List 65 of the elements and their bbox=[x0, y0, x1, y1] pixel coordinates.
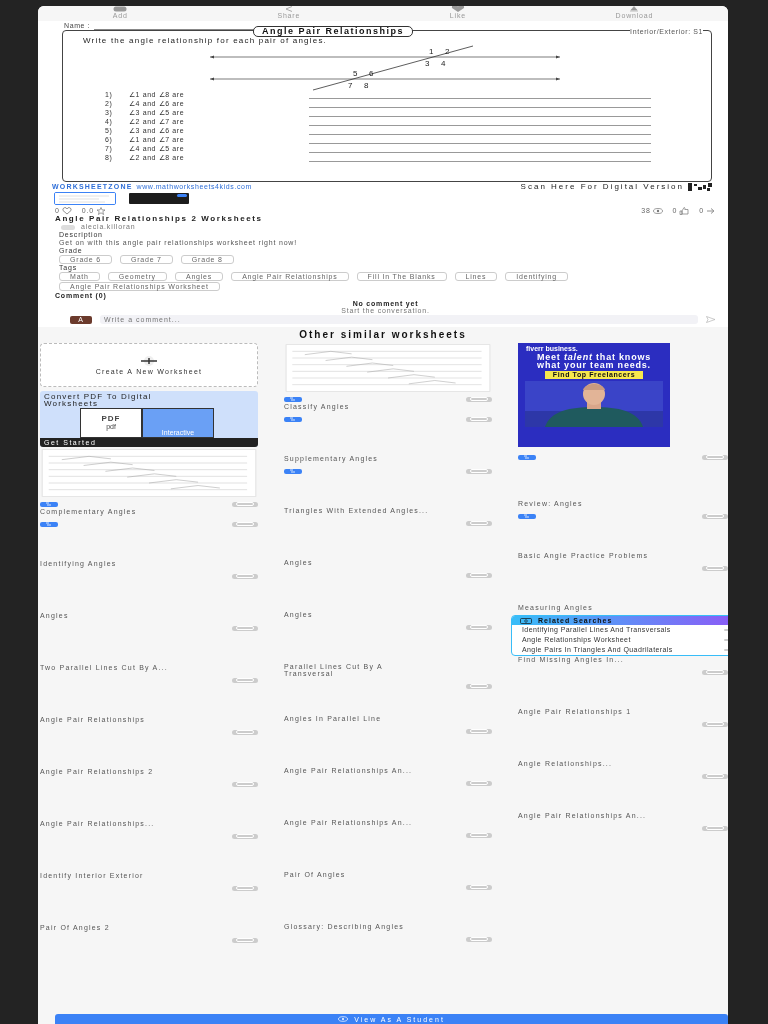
angle-number: 8 bbox=[364, 81, 370, 90]
preview-icon[interactable] bbox=[232, 885, 258, 891]
preview-icon[interactable] bbox=[466, 683, 492, 689]
preview-icon[interactable] bbox=[232, 937, 258, 943]
preview-icon[interactable] bbox=[232, 521, 258, 527]
thumbs-up-icon bbox=[679, 207, 690, 215]
preview-icon[interactable] bbox=[702, 669, 728, 675]
angle-number: 7 bbox=[348, 81, 354, 90]
preview-icon[interactable] bbox=[466, 520, 492, 526]
preview-icon[interactable] bbox=[232, 781, 258, 787]
preview-icon[interactable] bbox=[466, 396, 492, 402]
ad-headline: Meet talent that knows what your team needs. bbox=[535, 353, 653, 369]
section-heading: Other similar worksheets bbox=[298, 330, 468, 340]
instruction-text: Write the angle relationship for each pair of angles. bbox=[82, 37, 328, 45]
angle-number: 6 bbox=[369, 69, 375, 78]
thumbnail[interactable] bbox=[54, 192, 116, 205]
qr-code-icon bbox=[688, 182, 712, 191]
preview-icon[interactable] bbox=[702, 825, 728, 831]
preview-icon[interactable] bbox=[466, 624, 492, 630]
angle-number: 2 bbox=[445, 47, 451, 56]
preview-icon[interactable] bbox=[466, 416, 492, 422]
heart-icon bbox=[450, 6, 465, 12]
preview-icon[interactable] bbox=[702, 565, 728, 571]
pdf-label: PDF bbox=[101, 415, 121, 423]
interactive-badge bbox=[284, 468, 302, 474]
author-avatar bbox=[61, 224, 75, 230]
eye-icon bbox=[338, 1016, 349, 1022]
interactive-badge bbox=[518, 513, 536, 519]
thumbnail[interactable] bbox=[128, 192, 190, 205]
heart-icon bbox=[61, 207, 72, 215]
preview-icon[interactable] bbox=[232, 677, 258, 683]
preview-icon[interactable] bbox=[702, 773, 728, 779]
star-icon bbox=[95, 207, 106, 215]
preview-icon[interactable] bbox=[232, 833, 258, 839]
preview-icon[interactable] bbox=[466, 936, 492, 942]
preview-icon[interactable] bbox=[466, 468, 492, 474]
preview-icon[interactable] bbox=[232, 573, 258, 579]
interactive-badge bbox=[518, 454, 536, 460]
interactive-badge bbox=[284, 396, 302, 402]
preview-icon[interactable] bbox=[466, 728, 492, 734]
add-icon bbox=[113, 6, 128, 12]
scan-text: Scan Here For Digital Version bbox=[520, 182, 684, 191]
angle-number: 1 bbox=[429, 47, 435, 56]
eye-icon bbox=[652, 207, 663, 215]
angle-number: 5 bbox=[353, 69, 359, 78]
preview-icon[interactable] bbox=[232, 501, 258, 507]
angle-number: 4 bbox=[441, 59, 447, 68]
preview-icon[interactable] bbox=[466, 572, 492, 578]
share-icon bbox=[283, 6, 294, 12]
preview-icon[interactable] bbox=[232, 625, 258, 631]
preview-icon[interactable] bbox=[466, 832, 492, 838]
preview-icon[interactable] bbox=[232, 729, 258, 735]
preview-icon[interactable] bbox=[702, 454, 728, 460]
worksheet-title: Angle Pair Relationships 2 Worksheets bbox=[55, 215, 264, 223]
share-icon bbox=[706, 207, 716, 215]
ad-title: Convert PDF To Digital Worksheets bbox=[43, 391, 153, 407]
preview-icon[interactable] bbox=[466, 884, 492, 890]
angle-number: 3 bbox=[425, 59, 431, 68]
preview-icon[interactable] bbox=[702, 721, 728, 727]
worksheet-heading: Angle Pair Relationships bbox=[253, 26, 414, 37]
download-icon bbox=[629, 6, 640, 12]
interactive-badge bbox=[284, 416, 302, 422]
send-icon bbox=[706, 316, 716, 323]
preview-icon[interactable] bbox=[466, 780, 492, 786]
preview-icon[interactable] bbox=[702, 513, 728, 519]
